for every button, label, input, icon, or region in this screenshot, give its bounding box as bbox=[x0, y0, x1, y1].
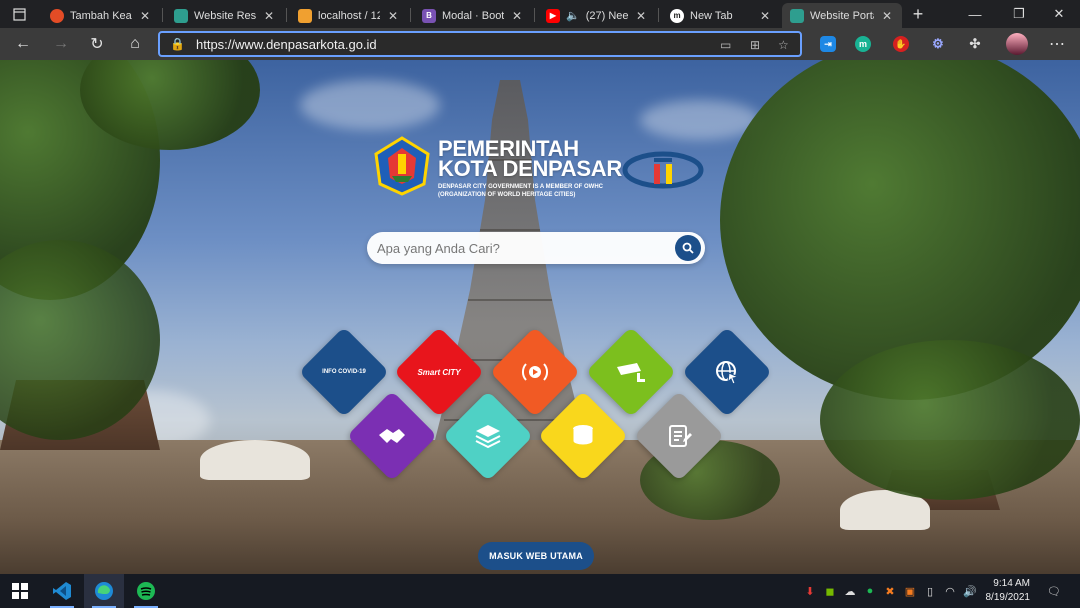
extension-icon-stop[interactable]: ✋ bbox=[893, 36, 909, 52]
broadcast-icon bbox=[522, 363, 548, 381]
windows-taskbar: ⬇ ◼ ☁ ● ✖ ▣ ▯ ◠ 🔊 9:14 AM 8/19/2021 🗨 bbox=[0, 574, 1080, 608]
forward-icon[interactable]: → bbox=[48, 32, 74, 56]
tab-7-active[interactable]: Website Portal ✕ bbox=[782, 3, 902, 28]
extension-icon-1[interactable]: ⇥ bbox=[820, 36, 836, 52]
close-icon[interactable]: ✕ bbox=[386, 9, 400, 23]
clock-date[interactable]: 8/19/2021 bbox=[960, 592, 1031, 603]
search-bar[interactable] bbox=[367, 232, 705, 264]
new-tab-icon[interactable]: + bbox=[904, 0, 932, 28]
denpasar-seal-icon bbox=[374, 136, 430, 196]
m-icon: m bbox=[670, 8, 684, 23]
tab-2[interactable]: Website Resmi ✕ bbox=[166, 3, 284, 28]
page-scrollbar[interactable] bbox=[1074, 60, 1080, 574]
globe-cursor-icon bbox=[716, 361, 740, 385]
windows-start-icon[interactable] bbox=[0, 574, 40, 608]
tab-1[interactable]: Tambah Keama ✕ bbox=[42, 3, 160, 28]
youtube-icon: ▶ bbox=[546, 8, 560, 23]
smart-city-label: Smart CITY bbox=[417, 367, 461, 377]
search-icon bbox=[682, 242, 694, 254]
document-edit-icon bbox=[669, 425, 692, 447]
battery-icon[interactable]: ▯ bbox=[922, 583, 938, 599]
lock-icon[interactable]: 🔒 bbox=[170, 37, 185, 51]
cctv-camera-icon bbox=[617, 363, 645, 382]
database-tile[interactable] bbox=[442, 390, 534, 482]
close-icon[interactable]: ✕ bbox=[138, 9, 152, 23]
tab-4[interactable]: B Modal · Bootst ✕ bbox=[414, 3, 532, 28]
xampp-icon[interactable]: ✖ bbox=[882, 583, 898, 599]
bootstrap-icon: B bbox=[422, 8, 436, 23]
extension-icon-m[interactable]: m bbox=[855, 36, 871, 52]
onedrive-icon[interactable]: ☁ bbox=[842, 583, 858, 599]
vscode-icon[interactable] bbox=[42, 574, 82, 608]
spotify-tray-icon[interactable]: ● bbox=[862, 583, 878, 599]
search-input[interactable] bbox=[377, 239, 667, 257]
url-text[interactable]: https://www.denpasarkota.go.id bbox=[196, 37, 377, 52]
speaker-icon[interactable]: 🔈 bbox=[566, 9, 580, 22]
browser-toolbar: ← → ↻ ⌂ 🔒 https://www.denpasarkota.go.id… bbox=[0, 28, 1080, 60]
tab-title: New Tab bbox=[690, 9, 733, 22]
spotify-icon[interactable] bbox=[126, 574, 166, 608]
city-logo[interactable]: PEMERINTAH KOTA DENPASAR DENPASAR CITY G… bbox=[372, 136, 712, 206]
document-tile[interactable] bbox=[633, 390, 725, 482]
search-button[interactable] bbox=[675, 235, 701, 261]
app-available-icon[interactable]: ▭ bbox=[720, 38, 731, 52]
layers-icon bbox=[475, 425, 501, 449]
wifi-icon[interactable]: ◠ bbox=[942, 583, 958, 599]
tab-3[interactable]: localhost / 127 ✕ bbox=[290, 3, 408, 28]
close-icon[interactable]: ✕ bbox=[262, 9, 276, 23]
tab-icon-circle bbox=[50, 8, 64, 23]
minimize-icon[interactable]: — bbox=[954, 0, 996, 28]
coins-icon bbox=[572, 425, 594, 446]
partnership-tile[interactable] bbox=[346, 390, 438, 482]
finance-tile[interactable] bbox=[537, 390, 629, 482]
settings-icon[interactable]: ⚙ bbox=[930, 36, 946, 52]
info-covid-label: INFO COVID-19 bbox=[322, 368, 366, 375]
tab-title: Tambah Keama bbox=[70, 9, 132, 22]
seal-icon bbox=[174, 8, 188, 23]
close-icon[interactable]: ✕ bbox=[634, 9, 648, 23]
seal-icon bbox=[790, 8, 804, 23]
logo-subtitle-line-2: (ORGANIZATION OF WORLD HERITAGE CITIES) bbox=[438, 192, 576, 198]
home-icon[interactable]: ⌂ bbox=[122, 32, 148, 56]
restore-icon[interactable]: ❐ bbox=[998, 0, 1040, 28]
tab-title: Modal · Bootst bbox=[442, 9, 504, 22]
tab-5[interactable]: ▶ 🔈 (27) Need ✕ bbox=[538, 3, 656, 28]
tab-title: (27) Need bbox=[585, 9, 628, 22]
nvidia-icon[interactable]: ◼ bbox=[822, 583, 838, 599]
more-menu-icon[interactable]: ⋯ bbox=[1044, 32, 1070, 56]
notification-icon[interactable]: 🗨 bbox=[1044, 583, 1064, 599]
extensions-puzzle-icon[interactable]: ✣ bbox=[967, 36, 983, 52]
back-icon[interactable]: ← bbox=[10, 32, 36, 56]
qr-icon[interactable]: ⊞ bbox=[750, 38, 760, 52]
main-site-button[interactable]: MASUK WEB UTAMA bbox=[478, 542, 594, 570]
tab-title: Website Resmi bbox=[194, 9, 256, 22]
close-window-icon[interactable]: ✕ bbox=[1038, 0, 1080, 28]
tab-title: localhost / 127 bbox=[318, 9, 380, 22]
profile-avatar[interactable] bbox=[1006, 33, 1028, 55]
edge-icon[interactable] bbox=[84, 574, 124, 608]
page-viewport: PEMERINTAH KOTA DENPASAR DENPASAR CITY G… bbox=[0, 60, 1080, 574]
owhc-logo-icon bbox=[622, 151, 704, 189]
handshake-icon bbox=[379, 429, 405, 443]
favorite-icon[interactable]: ☆ bbox=[778, 38, 789, 52]
app-tray-icon[interactable]: ▣ bbox=[902, 583, 918, 599]
clock-time[interactable]: 9:14 AM bbox=[960, 578, 1030, 589]
vpn-shield-icon[interactable]: ⬇ bbox=[802, 583, 818, 599]
refresh-icon[interactable]: ↻ bbox=[84, 32, 110, 56]
tab-actions-icon[interactable] bbox=[0, 0, 38, 28]
logo-subtitle-line-1: DENPASAR CITY GOVERNMENT IS A MEMBER OF … bbox=[438, 184, 604, 190]
tab-6[interactable]: m New Tab ✕ bbox=[662, 3, 780, 28]
close-icon[interactable]: ✕ bbox=[510, 9, 524, 23]
close-icon[interactable]: ✕ bbox=[880, 9, 894, 23]
tab-title: Website Portal bbox=[810, 9, 874, 22]
close-icon[interactable]: ✕ bbox=[758, 9, 772, 23]
browser-tab-strip: Tambah Keama ✕ Website Resmi ✕ localhost… bbox=[0, 0, 1080, 28]
phpmyadmin-icon bbox=[298, 8, 312, 23]
address-bar[interactable]: 🔒 https://www.denpasarkota.go.id ▭ ⊞ ☆ bbox=[158, 31, 802, 57]
logo-title-line-2: KOTA DENPASAR bbox=[438, 156, 622, 181]
